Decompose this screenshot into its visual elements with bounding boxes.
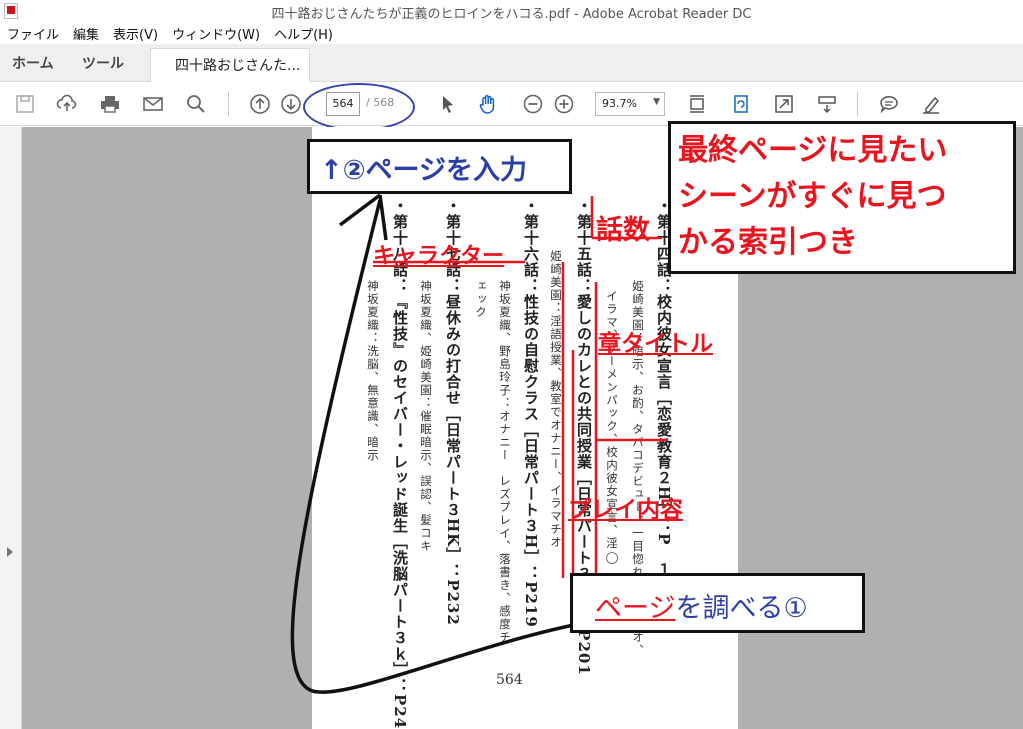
chapter-18-heading: ・第十八話：『性技』のセイバー・レッド誕生［洗脳パート３ｋ］：P242 bbox=[391, 198, 409, 729]
chapter-18-details: 神坂夏織：洗脳、無意識、暗示 bbox=[366, 280, 380, 462]
annotation-play-content: プレイ内容 bbox=[568, 497, 683, 523]
toolbar-divider bbox=[228, 92, 229, 116]
read-mode-icon[interactable] bbox=[814, 91, 840, 117]
index-note-line1: 最終ページに見たい bbox=[678, 133, 948, 168]
menu-bar: ファイル 編集 表示(V) ウィンドウ(W) ヘルプ(H) bbox=[0, 22, 1023, 44]
search-icon[interactable] bbox=[183, 91, 209, 117]
step2-callout: ↑②ページを入力 bbox=[307, 139, 572, 194]
chevron-down-icon: ▼ bbox=[653, 97, 660, 107]
zoom-value: 93.7% bbox=[602, 97, 637, 110]
toolbar: 564 / 568 93.7% ▼ bbox=[0, 82, 1023, 126]
expand-panel-icon[interactable] bbox=[7, 547, 13, 557]
annotation-chapter-title: 章タイトル bbox=[598, 331, 713, 357]
print-icon[interactable] bbox=[97, 91, 123, 117]
title-bar: 四十路おじさんたちが正義のヒロインをハコる.pdf - Adobe Acroba… bbox=[0, 0, 1023, 22]
full-screen-icon[interactable] bbox=[771, 91, 797, 117]
index-callout: 最終ページに見たい シーンがすぐに見つ かる索引つき bbox=[668, 121, 1016, 274]
tab-home[interactable]: ホーム bbox=[12, 53, 54, 73]
zoom-select[interactable]: 93.7% ▼ bbox=[595, 92, 665, 116]
chapter-16-heading: ・第十六話：性技の自慰クラス［日常パート３H］：P219 bbox=[522, 198, 540, 628]
save-icon[interactable] bbox=[12, 91, 38, 117]
select-cursor-icon[interactable] bbox=[434, 91, 460, 117]
previous-page-icon[interactable] bbox=[247, 91, 273, 117]
menu-view[interactable]: 表示(V) bbox=[106, 22, 165, 44]
tab-document[interactable]: 四十路おじさんた... bbox=[150, 48, 310, 82]
step1-callout: ページを調べる① bbox=[570, 573, 865, 633]
menu-edit[interactable]: 編集 bbox=[66, 22, 106, 44]
index-note-text: 最終ページに見たい シーンがすぐに見つ かる索引つき bbox=[678, 128, 947, 266]
page-footer-number: 564 bbox=[496, 672, 523, 688]
step1-red-text: ページ bbox=[595, 593, 676, 624]
annotation-character: キャラクター bbox=[373, 244, 505, 269]
chapter-15-details: 姫崎美園：淫語授業、教室でオナニー、イラマチオ bbox=[549, 250, 563, 549]
page-input-highlight bbox=[303, 83, 415, 131]
menu-window[interactable]: ウィンドウ(W) bbox=[165, 22, 267, 44]
index-note-line3: かる索引つき bbox=[678, 225, 858, 260]
tab-bar: ホーム ツール 四十路おじさんた... bbox=[0, 44, 1023, 82]
window-title: 四十路おじさんたちが正義のヒロインをハコる.pdf - Adobe Acroba… bbox=[271, 7, 752, 22]
zoom-out-icon[interactable] bbox=[520, 91, 546, 117]
annotation-chapter-count: 話数 bbox=[596, 215, 650, 246]
cloud-upload-icon[interactable] bbox=[54, 91, 80, 117]
chapter-17-details: 神坂夏織、姫崎美園：催眠暗示、誤認、髪コキ bbox=[419, 280, 433, 553]
zoom-in-icon[interactable] bbox=[551, 91, 577, 117]
next-page-icon[interactable] bbox=[278, 91, 304, 117]
tab-tools[interactable]: ツール bbox=[82, 53, 124, 73]
hand-tool-icon[interactable] bbox=[475, 91, 501, 117]
step1-blue-text: を調べる① bbox=[675, 593, 808, 624]
mail-icon[interactable] bbox=[140, 91, 166, 117]
rotate-page-icon[interactable] bbox=[728, 91, 754, 117]
menu-file[interactable]: ファイル bbox=[0, 22, 66, 44]
step1-text: ページを調べる① bbox=[595, 586, 808, 625]
toolbar-divider bbox=[857, 92, 858, 116]
comment-icon[interactable] bbox=[876, 91, 902, 117]
highlight-pen-icon[interactable] bbox=[918, 91, 944, 117]
chapter-16-details-2: ェック bbox=[474, 280, 488, 319]
index-note-line2: シーンがすぐに見つ bbox=[678, 179, 947, 214]
step2-text: ↑②ページを入力 bbox=[320, 155, 527, 186]
chapter-16-details: 神坂夏織、野島玲子：オナニー レズプレイ、落書き、感度チ bbox=[498, 280, 512, 644]
menu-help[interactable]: ヘルプ(H) bbox=[267, 22, 340, 44]
fit-page-icon[interactable] bbox=[684, 91, 710, 117]
side-panel bbox=[0, 127, 22, 729]
